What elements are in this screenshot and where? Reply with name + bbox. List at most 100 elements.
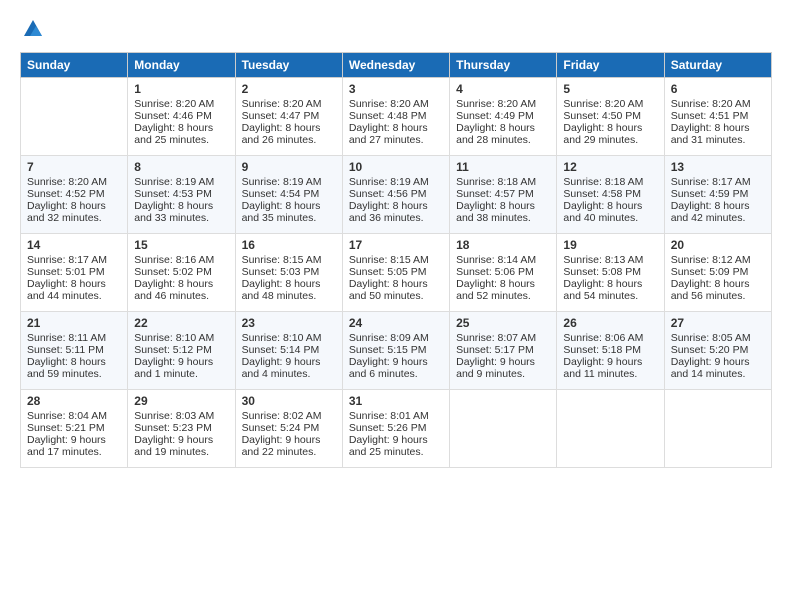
sunrise-text: Sunrise: 8:20 AM (242, 98, 322, 110)
day-cell: 21 Sunrise: 8:11 AMSunset: 5:11 PMDayligh… (21, 312, 128, 390)
day-cell (21, 78, 128, 156)
day-cell: 11Sunrise: 8:18 AMSunset: 4:57 PMDayligh… (450, 156, 557, 234)
day-cell (664, 390, 771, 468)
day-cell: 28Sunrise: 8:04 AMSunset: 5:21 PMDayligh… (21, 390, 128, 468)
day-cell: 10Sunrise: 8:19 AMSunset: 4:56 PMDayligh… (342, 156, 449, 234)
day-cell: 13Sunrise: 8:17 AMSunset: 4:59 PMDayligh… (664, 156, 771, 234)
sunrise-text: Sunrise: 8:20 AM (563, 98, 643, 110)
sunset-text: Sunset: 4:54 PM (242, 188, 320, 200)
daylight-text: Daylight: 9 hours and 14 minutes. (671, 356, 750, 380)
day-number: 20 (671, 238, 765, 252)
sunset-text: Sunset: 4:49 PM (456, 110, 534, 122)
day-cell: 3Sunrise: 8:20 AMSunset: 4:48 PMDaylight… (342, 78, 449, 156)
sunrise-text: Sunrise: 8:07 AM (456, 332, 536, 344)
sunrise-text: Sunrise: 8:10 AM (134, 332, 214, 344)
day-cell: 5Sunrise: 8:20 AMSunset: 4:50 PMDaylight… (557, 78, 664, 156)
sunrise-text: Sunrise: 8:19 AM (242, 176, 322, 188)
day-cell (450, 390, 557, 468)
day-number: 21 (27, 316, 121, 330)
day-number: 17 (349, 238, 443, 252)
sunrise-text: Sunrise: 8:04 AM (27, 410, 107, 422)
sunrise-text: Sunrise: 8:18 AM (456, 176, 536, 188)
daylight-text: Daylight: 8 hours and 38 minutes. (456, 200, 535, 224)
daylight-text: Daylight: 8 hours and 44 minutes. (27, 278, 106, 302)
day-cell: 19Sunrise: 8:13 AMSunset: 5:08 PMDayligh… (557, 234, 664, 312)
sunrise-text: Sunrise: 8:20 AM (27, 176, 107, 188)
sunrise-text: Sunrise: 8:18 AM (563, 176, 643, 188)
sunset-text: Sunset: 5:23 PM (134, 422, 212, 434)
daylight-text: Daylight: 8 hours and 48 minutes. (242, 278, 321, 302)
sunset-text: Sunset: 5:18 PM (563, 344, 641, 356)
day-number: 30 (242, 394, 336, 408)
day-number: 31 (349, 394, 443, 408)
sunset-text: Sunset: 5:11 PM (27, 344, 104, 356)
sunrise-text: Sunrise: 8:05 AM (671, 332, 751, 344)
sunset-text: Sunset: 4:56 PM (349, 188, 427, 200)
sunset-text: Sunset: 5:14 PM (242, 344, 320, 356)
logo-icon (22, 18, 44, 40)
day-cell: 4Sunrise: 8:20 AMSunset: 4:49 PMDaylight… (450, 78, 557, 156)
daylight-text: Daylight: 9 hours and 17 minutes. (27, 434, 106, 458)
header-row: SundayMondayTuesdayWednesdayThursdayFrid… (21, 53, 772, 78)
day-number: 22 (134, 316, 228, 330)
day-cell: 20Sunrise: 8:12 AMSunset: 5:09 PMDayligh… (664, 234, 771, 312)
sunrise-text: Sunrise: 8:17 AM (27, 254, 107, 266)
daylight-text: Daylight: 9 hours and 4 minutes. (242, 356, 321, 380)
day-cell: 12Sunrise: 8:18 AMSunset: 4:58 PMDayligh… (557, 156, 664, 234)
sunset-text: Sunset: 4:47 PM (242, 110, 320, 122)
header-cell-wednesday: Wednesday (342, 53, 449, 78)
daylight-text: Daylight: 8 hours and 52 minutes. (456, 278, 535, 302)
day-number: 16 (242, 238, 336, 252)
day-cell: 14Sunrise: 8:17 AMSunset: 5:01 PMDayligh… (21, 234, 128, 312)
day-cell: 1Sunrise: 8:20 AMSunset: 4:46 PMDaylight… (128, 78, 235, 156)
sunset-text: Sunset: 5:12 PM (134, 344, 212, 356)
day-number: 15 (134, 238, 228, 252)
calendar-table: SundayMondayTuesdayWednesdayThursdayFrid… (20, 52, 772, 468)
day-number: 24 (349, 316, 443, 330)
sunset-text: Sunset: 5:08 PM (563, 266, 641, 278)
day-cell: 25Sunrise: 8:07 AMSunset: 5:17 PMDayligh… (450, 312, 557, 390)
sunrise-text: Sunrise: 8:13 AM (563, 254, 643, 266)
header-cell-saturday: Saturday (664, 53, 771, 78)
day-cell: 8Sunrise: 8:19 AMSunset: 4:53 PMDaylight… (128, 156, 235, 234)
daylight-text: Daylight: 9 hours and 1 minute. (134, 356, 213, 380)
day-number: 28 (27, 394, 121, 408)
sunset-text: Sunset: 5:20 PM (671, 344, 749, 356)
sunrise-text: Sunrise: 8:12 AM (671, 254, 751, 266)
day-number: 19 (563, 238, 657, 252)
sunrise-text: Sunrise: 8:03 AM (134, 410, 214, 422)
sunset-text: Sunset: 4:57 PM (456, 188, 534, 200)
sunrise-text: Sunrise: 8:09 AM (349, 332, 429, 344)
day-cell: 16Sunrise: 8:15 AMSunset: 5:03 PMDayligh… (235, 234, 342, 312)
daylight-text: Daylight: 9 hours and 25 minutes. (349, 434, 428, 458)
week-row-2: 7Sunrise: 8:20 AMSunset: 4:52 PMDaylight… (21, 156, 772, 234)
sunset-text: Sunset: 4:52 PM (27, 188, 105, 200)
daylight-text: Daylight: 8 hours and 59 minutes. (27, 356, 106, 380)
day-number: 26 (563, 316, 657, 330)
sunrise-text: Sunrise: 8:02 AM (242, 410, 322, 422)
daylight-text: Daylight: 9 hours and 19 minutes. (134, 434, 213, 458)
day-cell: 9Sunrise: 8:19 AMSunset: 4:54 PMDaylight… (235, 156, 342, 234)
sunset-text: Sunset: 5:05 PM (349, 266, 427, 278)
week-row-4: 21Sunrise: 8:11 AMSunset: 5:11 PMDayligh… (21, 312, 772, 390)
daylight-text: Daylight: 9 hours and 6 minutes. (349, 356, 428, 380)
day-number: 25 (456, 316, 550, 330)
sunset-text: Sunset: 4:51 PM (671, 110, 749, 122)
day-number: 1 (134, 82, 228, 96)
sunset-text: Sunset: 4:58 PM (563, 188, 641, 200)
daylight-text: Daylight: 8 hours and 25 minutes. (134, 122, 213, 146)
sunset-text: Sunset: 5:24 PM (242, 422, 320, 434)
day-cell: 17Sunrise: 8:15 AMSunset: 5:05 PMDayligh… (342, 234, 449, 312)
sunrise-text: Sunrise: 8:11 AM (27, 332, 106, 344)
day-cell: 22 Sunrise: 8:10 AMSunset: 5:12 PMDayligh… (128, 312, 235, 390)
daylight-text: Daylight: 8 hours and 28 minutes. (456, 122, 535, 146)
header-cell-friday: Friday (557, 53, 664, 78)
daylight-text: Daylight: 8 hours and 31 minutes. (671, 122, 750, 146)
sunset-text: Sunset: 5:15 PM (349, 344, 427, 356)
sunrise-text: Sunrise: 8:01 AM (349, 410, 429, 422)
sunrise-text: Sunrise: 8:20 AM (456, 98, 536, 110)
sunrise-text: Sunrise: 8:15 AM (242, 254, 322, 266)
sunset-text: Sunset: 4:50 PM (563, 110, 641, 122)
daylight-text: Daylight: 8 hours and 26 minutes. (242, 122, 321, 146)
week-row-5: 28Sunrise: 8:04 AMSunset: 5:21 PMDayligh… (21, 390, 772, 468)
